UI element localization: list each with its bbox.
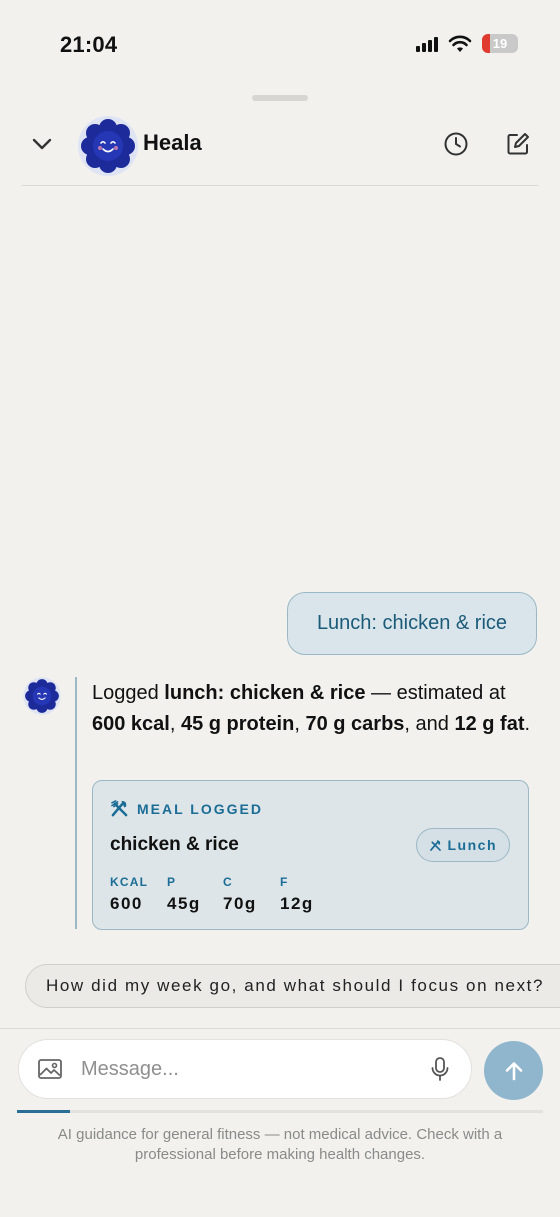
macro-summary: KCAL 600 P 45g C 70g F 12g bbox=[110, 875, 340, 914]
message-input[interactable] bbox=[81, 1050, 411, 1088]
history-clock-icon[interactable] bbox=[442, 130, 470, 158]
meal-card-kicker: MEAL LOGGED bbox=[137, 800, 263, 817]
battery-level: 19 bbox=[492, 36, 508, 51]
chevron-down-icon[interactable] bbox=[30, 132, 54, 156]
cellular-signal-icon bbox=[416, 36, 438, 52]
status-icons: 19 bbox=[416, 34, 518, 53]
arrow-up-icon bbox=[505, 1061, 522, 1080]
macro-label: KCAL bbox=[110, 875, 149, 889]
macro-carbs: C 70g bbox=[223, 875, 280, 914]
microphone-icon[interactable] bbox=[429, 1056, 451, 1082]
send-button[interactable] bbox=[484, 1041, 543, 1100]
macro-value: 600 bbox=[110, 894, 143, 913]
macro-value: 12g bbox=[280, 894, 314, 913]
macro-value: 45g bbox=[167, 894, 201, 913]
meal-logged-card[interactable]: MEAL LOGGED chicken & rice Lunch KCAL 60… bbox=[92, 780, 529, 930]
battery-icon: 19 bbox=[482, 34, 518, 53]
page-title: Heala bbox=[143, 130, 202, 155]
new-chat-compose-icon[interactable] bbox=[504, 130, 532, 158]
chat-screen: 21:04 19 Heala Lunch: chicken & rice Log… bbox=[0, 0, 560, 1217]
sheet-grabber[interactable] bbox=[252, 95, 308, 101]
meal-card-header: MEAL LOGGED bbox=[110, 799, 263, 818]
macro-label: F bbox=[280, 875, 289, 889]
assistant-message-text: Logged lunch: chicken & rice — estimated… bbox=[92, 682, 531, 735]
macro-label: C bbox=[223, 875, 233, 889]
image-attach-icon[interactable] bbox=[37, 1057, 63, 1081]
input-progress-fill bbox=[17, 1110, 70, 1113]
input-progress-track bbox=[17, 1110, 543, 1113]
macro-kcal: KCAL 600 bbox=[110, 875, 167, 914]
chat-header: Heala bbox=[22, 112, 538, 186]
user-message-bubble: Lunch: chicken & rice bbox=[287, 592, 537, 655]
macro-fat: F 12g bbox=[280, 875, 340, 914]
meal-type-chip[interactable]: Lunch bbox=[415, 828, 510, 862]
macro-value: 70g bbox=[223, 894, 257, 913]
composer-divider bbox=[0, 1028, 560, 1029]
assistant-avatar bbox=[78, 116, 138, 176]
wifi-icon bbox=[448, 35, 472, 52]
utensils-icon bbox=[111, 800, 128, 817]
utensils-icon bbox=[429, 839, 441, 851]
meal-type-label: Lunch bbox=[447, 837, 497, 853]
disclaimer-text: AI guidance for general fitness — not me… bbox=[57, 1126, 503, 1163]
macro-protein: P 45g bbox=[167, 875, 223, 914]
status-time: 21:04 bbox=[60, 32, 118, 57]
macro-label: P bbox=[167, 875, 177, 889]
suggestion-chip[interactable]: How did my week go, and what should I fo… bbox=[25, 964, 560, 1008]
assistant-message-rule bbox=[75, 677, 77, 929]
meal-name: chicken & rice bbox=[110, 834, 239, 855]
message-composer bbox=[18, 1039, 472, 1099]
assistant-avatar-small bbox=[23, 677, 61, 715]
